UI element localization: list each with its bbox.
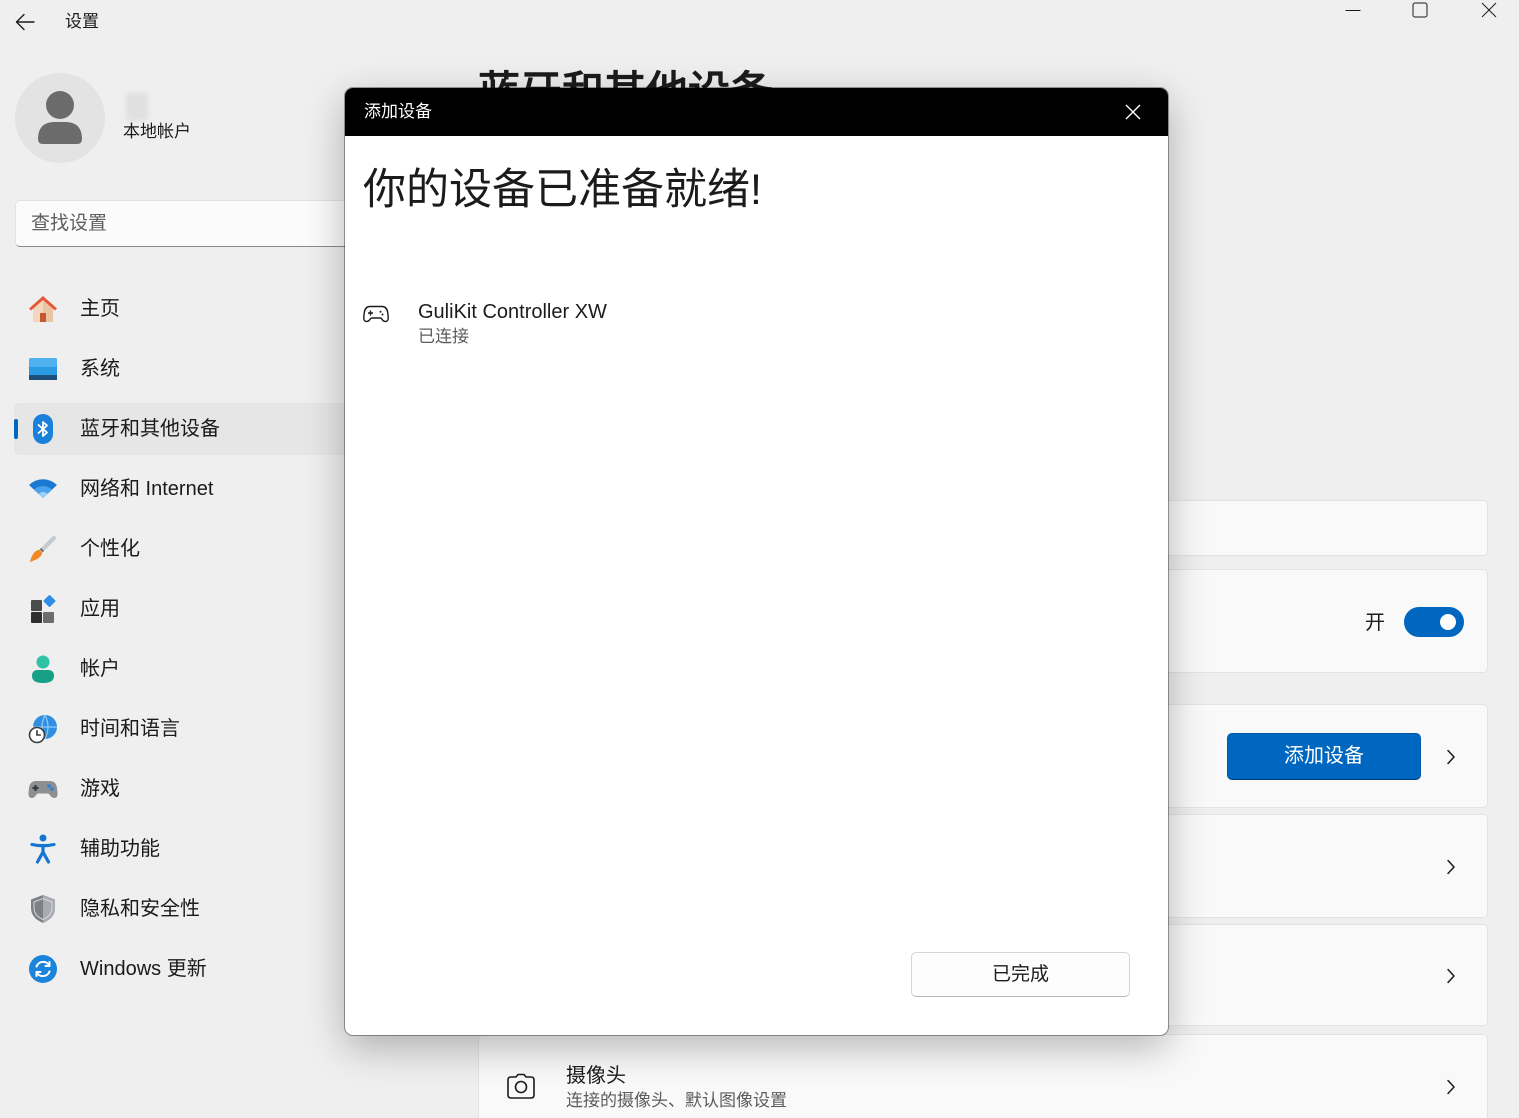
dialog-close-button[interactable] [1110, 88, 1156, 136]
add-device-button[interactable]: 添加设备 [1227, 733, 1421, 780]
sidebar-item-label: 隐私和安全性 [80, 898, 200, 920]
bluetooth-toggle[interactable] [1404, 607, 1464, 637]
globe-clock-icon [28, 714, 58, 744]
app-title: 设置 [65, 12, 99, 31]
sidebar-item-label: 帐户 [80, 658, 120, 680]
sidebar-item-label: 时间和语言 [80, 718, 180, 740]
back-arrow-icon [15, 13, 35, 31]
account-type-label: 本地帐户 [123, 122, 191, 141]
minimize-icon [1345, 10, 1361, 11]
dialog-heading: 你的设备已准备就绪! [363, 166, 762, 214]
add-device-dialog: 添加设备 你的设备已准备就绪! GuliKit Controller XW 已连… [345, 88, 1168, 1035]
sidebar-item-label: 辅助功能 [80, 838, 160, 860]
device-name: GuliKit Controller XW [418, 301, 607, 323]
dialog-titlebar: 添加设备 [345, 88, 1168, 136]
account-icon [28, 654, 58, 684]
maximize-icon [1412, 2, 1428, 18]
accessibility-icon [28, 834, 58, 864]
sidebar-item-label: 网络和 Internet [80, 478, 214, 500]
wifi-icon [28, 474, 58, 504]
sidebar-item-label: Windows 更新 [80, 958, 207, 980]
close-icon [1481, 2, 1497, 18]
camera-title: 摄像头 [566, 1065, 626, 1087]
sidebar-item-label: 系统 [80, 358, 120, 380]
avatar[interactable] [15, 73, 105, 163]
chevron-right-icon[interactable] [1446, 749, 1456, 765]
maximize-button[interactable] [1397, 0, 1443, 22]
system-display-icon [28, 354, 58, 384]
toggle-knob [1440, 614, 1456, 630]
bluetooth-state-label: 开 [1365, 612, 1385, 634]
sidebar-item-label: 主页 [80, 298, 120, 320]
camera-subtitle: 连接的摄像头、默认图像设置 [566, 1091, 787, 1110]
chevron-right-icon[interactable] [1446, 1079, 1456, 1095]
close-icon [1125, 104, 1141, 120]
sidebar-item-label: 蓝牙和其他设备 [80, 418, 220, 440]
apps-icon [28, 594, 58, 624]
person-icon [38, 91, 82, 144]
shield-icon [28, 894, 58, 924]
back-button[interactable] [8, 6, 42, 38]
camera-icon [507, 1073, 535, 1099]
sidebar-item-label: 应用 [80, 598, 120, 620]
windows-update-icon [28, 954, 58, 984]
chevron-right-icon[interactable] [1446, 968, 1456, 984]
home-icon [28, 294, 58, 324]
paintbrush-icon [28, 534, 58, 564]
dialog-title: 添加设备 [364, 102, 432, 121]
gamepad-icon [28, 774, 58, 804]
minimize-button[interactable] [1330, 0, 1376, 22]
bluetooth-icon [28, 414, 58, 444]
done-button[interactable]: 已完成 [911, 952, 1130, 997]
camera-card[interactable]: 摄像头 连接的摄像头、默认图像设置 [478, 1034, 1488, 1118]
sidebar-item-label: 游戏 [80, 778, 120, 800]
username-redacted [126, 93, 148, 121]
device-status: 已连接 [418, 327, 469, 346]
chevron-right-icon[interactable] [1446, 859, 1456, 875]
sidebar-item-label: 个性化 [80, 538, 140, 560]
close-window-button[interactable] [1466, 0, 1512, 22]
gamepad-outline-icon [363, 305, 389, 323]
